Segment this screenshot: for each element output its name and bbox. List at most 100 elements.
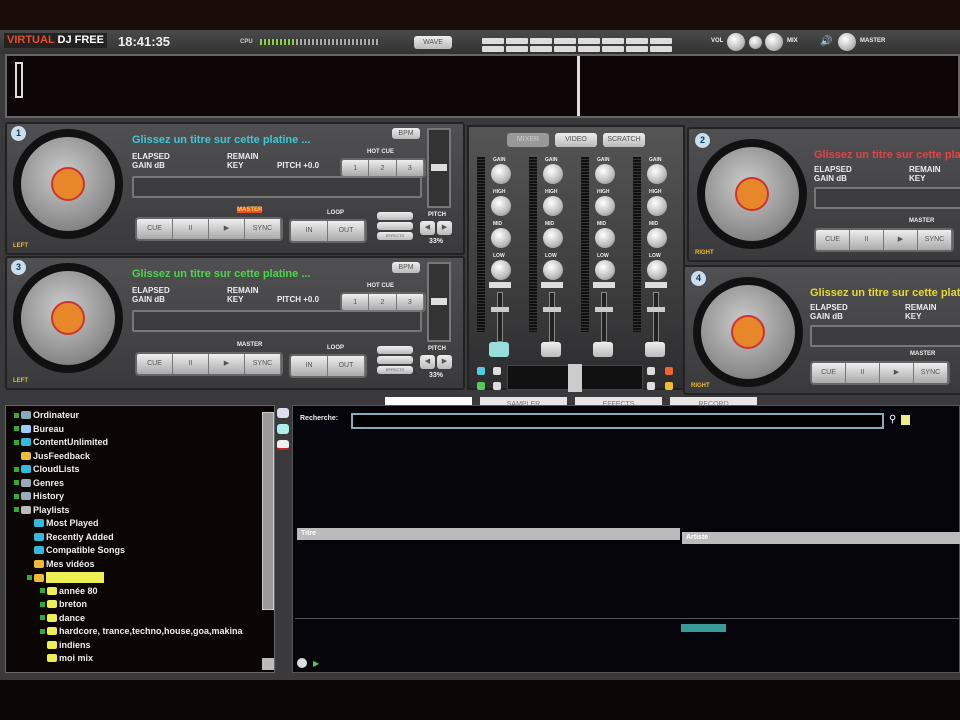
hot-cue-2[interactable]: 2 [369, 160, 397, 176]
mixer-indicator-button[interactable] [493, 382, 501, 390]
hot-cue-3[interactable]: 3 [396, 294, 424, 310]
side-playlist-icon[interactable] [277, 440, 289, 450]
tree-item[interactable]: Genres [14, 478, 64, 488]
pitch-up-button[interactable]: ▶ [437, 355, 452, 369]
loop-in-button[interactable]: IN [291, 356, 328, 376]
cue-button[interactable]: CUE [812, 363, 846, 383]
high-knob[interactable] [491, 196, 511, 216]
hot-cue-1[interactable]: 1 [342, 160, 370, 176]
tree-item[interactable]: Recently Added [27, 532, 114, 542]
mix-knob[interactable] [765, 33, 783, 51]
bpm-button[interactable]: BPM [392, 262, 420, 273]
tree-scroll-button[interactable] [262, 658, 274, 670]
low-knob[interactable] [491, 260, 511, 280]
low-knob[interactable] [595, 260, 615, 280]
pitch-slider[interactable] [427, 128, 451, 208]
hot-cue-3[interactable]: 3 [396, 160, 424, 176]
expand-icon[interactable] [14, 426, 19, 431]
expand-icon[interactable] [40, 628, 45, 634]
effects-button[interactable]: EFFECTS [377, 232, 413, 240]
tree-item[interactable]: Compatible Songs [27, 545, 125, 555]
fader-handle[interactable] [647, 307, 665, 312]
mixer-indicator-button[interactable] [477, 382, 485, 390]
mixer-indicator-button[interactable] [665, 382, 673, 390]
fader-handle[interactable] [491, 307, 509, 312]
mixer-indicator-button[interactable] [647, 367, 655, 375]
tree-item[interactable] [27, 572, 104, 583]
side-folder-icon[interactable] [277, 408, 289, 418]
high-knob[interactable] [647, 196, 667, 216]
option-button[interactable] [377, 346, 413, 354]
expand-icon[interactable] [14, 507, 19, 512]
gain-knob[interactable] [647, 164, 667, 184]
expand-icon[interactable] [14, 412, 19, 418]
tree-item[interactable]: breton [40, 599, 87, 609]
column-header-title[interactable]: Titre [297, 528, 680, 540]
cue-button[interactable]: CUE [816, 230, 850, 250]
expand-icon[interactable] [40, 588, 45, 593]
tree-item[interactable]: indiens [40, 640, 91, 650]
cue-listen-button[interactable] [541, 342, 561, 357]
pitch-slider-handle[interactable] [431, 298, 447, 305]
tree-item[interactable]: dance [40, 613, 85, 623]
pause-button[interactable]: II [846, 363, 880, 383]
mixer-indicator-button[interactable] [493, 367, 501, 375]
fader-handle[interactable] [543, 307, 561, 312]
mixer-tab-video[interactable]: VIDEO [555, 133, 597, 147]
volume-fader[interactable] [653, 292, 659, 342]
tree-item[interactable]: Mes vidéos [27, 559, 95, 569]
fader-handle[interactable] [595, 307, 613, 312]
tree-item[interactable]: hardcore, trance,techno,house,goa,makina [40, 626, 243, 636]
sync-button[interactable]: SYNC [245, 219, 281, 239]
expand-icon[interactable] [14, 493, 19, 499]
mid-knob[interactable] [595, 228, 615, 248]
side-filter-icon[interactable] [277, 424, 289, 434]
expand-icon[interactable] [14, 480, 19, 485]
volume-fader[interactable] [601, 292, 607, 342]
gain-knob[interactable] [595, 164, 615, 184]
high-knob[interactable] [595, 196, 615, 216]
search-input[interactable] [351, 413, 884, 429]
gain-knob[interactable] [543, 164, 563, 184]
low-knob[interactable] [647, 260, 667, 280]
mixer-indicator-button[interactable] [647, 382, 655, 390]
pitch-slider[interactable] [427, 262, 451, 342]
sync-button[interactable]: SYNC [245, 354, 281, 374]
jog-wheel[interactable] [13, 129, 123, 239]
volume-fader[interactable] [549, 292, 555, 342]
pitch-down-button[interactable]: ◀ [420, 221, 435, 235]
option-button[interactable] [377, 356, 413, 364]
volume-knob[interactable] [727, 33, 745, 51]
mixer-tab-scratch[interactable]: SCRATCH [603, 133, 645, 147]
hot-cue-1[interactable]: 1 [342, 294, 370, 310]
pitch-slider-handle[interactable] [431, 164, 447, 171]
loop-in-button[interactable]: IN [291, 221, 328, 241]
play-button[interactable]: ▶ [880, 363, 914, 383]
tree-item[interactable]: année 80 [40, 586, 98, 596]
gain-knob[interactable] [491, 164, 511, 184]
expand-icon[interactable] [14, 466, 19, 472]
mixer-indicator-button[interactable] [477, 367, 485, 375]
cue-button[interactable]: CUE [137, 354, 173, 374]
tree-scrollbar[interactable] [262, 412, 274, 610]
low-knob[interactable] [543, 260, 563, 280]
pause-button[interactable]: II [173, 354, 209, 374]
tree-item[interactable]: History [14, 491, 64, 501]
expand-icon[interactable] [14, 439, 19, 445]
master-volume-knob[interactable] [838, 33, 856, 51]
expand-icon[interactable] [40, 615, 45, 620]
jog-wheel[interactable] [693, 277, 803, 387]
expand-icon[interactable] [27, 575, 32, 580]
record-icon[interactable] [297, 658, 307, 668]
tree-item[interactable]: moi mix [40, 653, 93, 663]
play-button[interactable]: ▶ [209, 354, 245, 374]
volume-fader[interactable] [497, 292, 503, 342]
wave-button[interactable]: WAVE [414, 36, 452, 49]
hot-cue-2[interactable]: 2 [369, 294, 397, 310]
cue-button[interactable]: CUE [137, 219, 173, 239]
search-icon[interactable]: ⚲ [889, 414, 896, 425]
tree-item[interactable]: Playlists [14, 505, 70, 515]
loop-out-button[interactable]: OUT [328, 221, 365, 241]
search-options-icon[interactable] [901, 415, 910, 425]
pause-button[interactable]: II [173, 219, 209, 239]
